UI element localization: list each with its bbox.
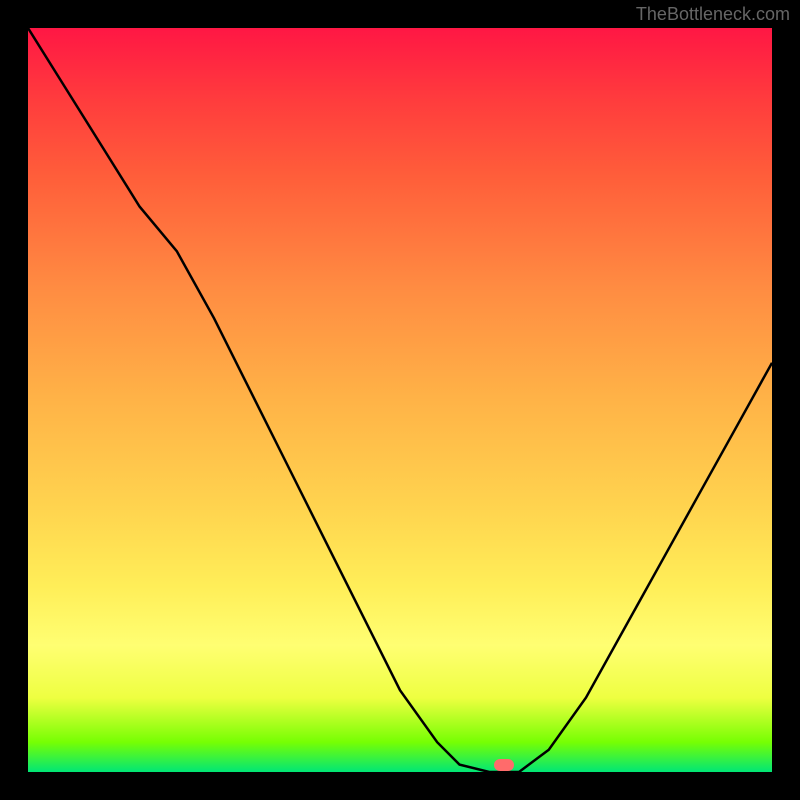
chart-plot-area bbox=[28, 28, 772, 772]
optimal-point-marker bbox=[494, 759, 514, 771]
bottleneck-line bbox=[28, 28, 772, 772]
watermark-text: TheBottleneck.com bbox=[636, 4, 790, 25]
